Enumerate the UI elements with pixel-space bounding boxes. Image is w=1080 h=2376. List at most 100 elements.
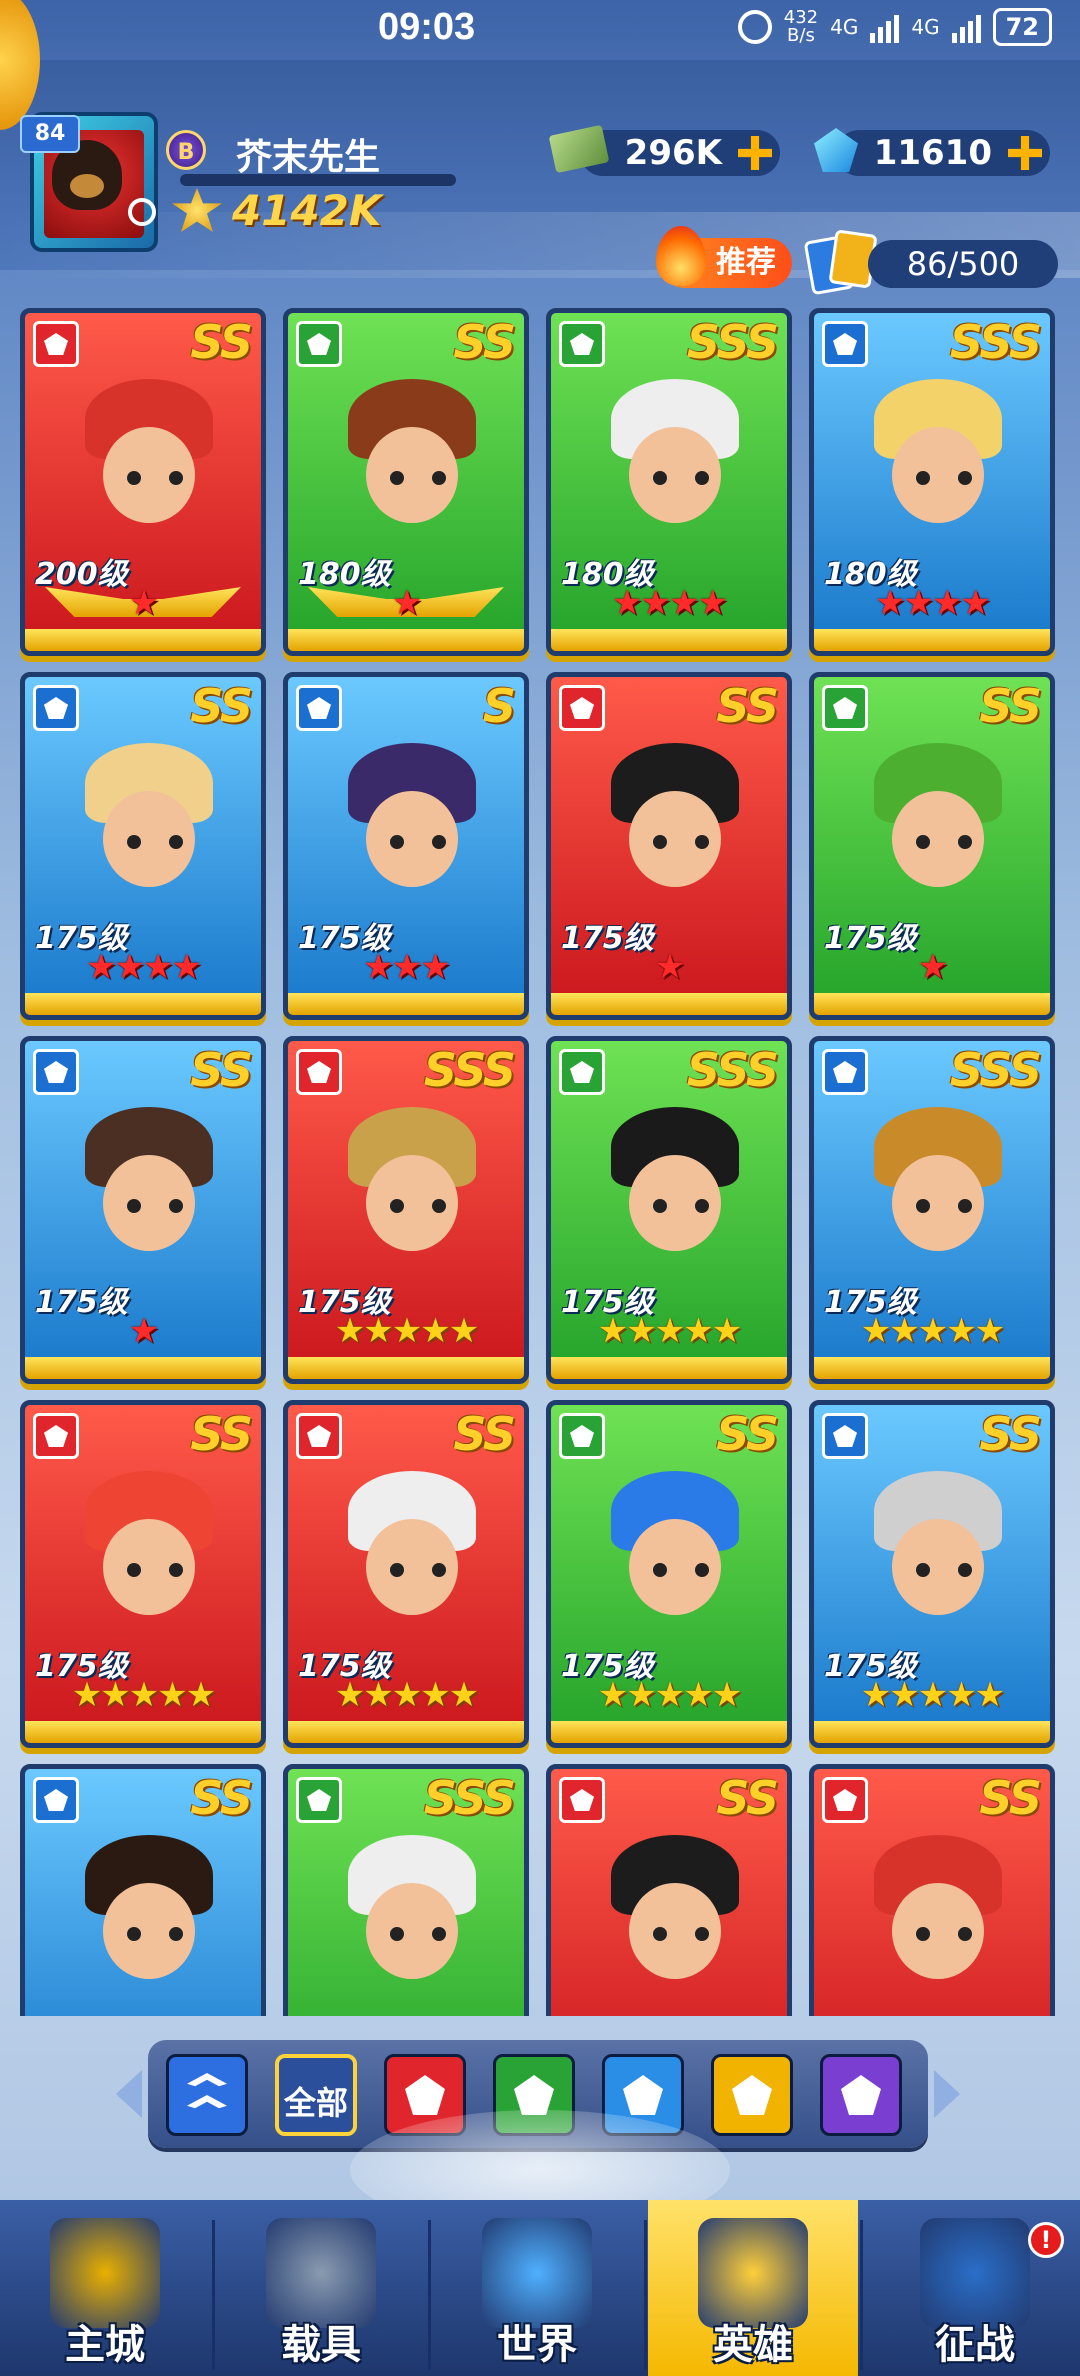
hero-eye: [127, 1927, 141, 1941]
all-filter[interactable]: 全部: [275, 2054, 357, 2136]
player-name: 芥末先生: [236, 137, 381, 178]
green-faction-icon: [559, 1049, 605, 1095]
hero-card[interactable]: SS 175级 ★: [546, 672, 792, 1020]
gem-pill[interactable]: 11610: [836, 130, 1050, 176]
hero-eye: [916, 835, 930, 849]
gem-value: 11610: [873, 133, 992, 173]
hero-card[interactable]: SS 175级 ★: [809, 672, 1055, 1020]
hero-stars: ★: [654, 947, 685, 987]
blue-faction-icon: [822, 1049, 868, 1095]
nav-divider: [644, 2220, 647, 2370]
red-faction-icon: [33, 321, 79, 367]
hero-card[interactable]: SS 175级 ★★★★: [20, 672, 266, 1020]
hero-eye: [958, 1563, 972, 1577]
hero-card[interactable]: SS: [546, 1764, 792, 2016]
hero-portrait: [65, 743, 233, 933]
hero-card[interactable]: SSS 175级 ★★★★★: [546, 1036, 792, 1384]
nav-tab[interactable]: 载具: [216, 2200, 426, 2376]
hero-count: 86/500: [868, 240, 1058, 288]
hero-grade: SS: [190, 679, 253, 733]
blue-faction-icon: [296, 685, 342, 731]
nav-tab[interactable]: 世界: [432, 2200, 642, 2376]
hero-eye: [958, 1927, 972, 1941]
network-type-1: 4G: [830, 15, 859, 39]
faction-emblem-icon: [623, 2075, 663, 2115]
hero-portrait: [854, 1471, 1022, 1661]
hero-card[interactable]: SS 175级 ★★★★★: [809, 1400, 1055, 1748]
hero-stars: ★: [128, 583, 159, 623]
hero-portrait: [328, 1471, 496, 1661]
hero-card[interactable]: SS 175级 ★★★★★: [20, 1400, 266, 1748]
search-icon[interactable]: [128, 198, 156, 226]
hero-eye: [127, 1199, 141, 1213]
signal-icon: [951, 11, 981, 43]
red-faction-icon: [296, 1049, 342, 1095]
green-faction-icon: [559, 1413, 605, 1459]
add-gems-icon[interactable]: [1008, 136, 1042, 170]
green-faction-icon: [296, 1777, 342, 1823]
hero-stars: ★★★: [363, 947, 450, 987]
hero-eye: [958, 835, 972, 849]
hero-portrait: [854, 1107, 1022, 1297]
red-faction-icon: [296, 1413, 342, 1459]
filter-scroll-left-icon[interactable]: [116, 2070, 142, 2118]
purple-faction-filter[interactable]: [820, 2054, 902, 2136]
hero-portrait: [854, 379, 1022, 569]
hero-grade: SS: [190, 1407, 253, 1461]
card-base: [288, 993, 524, 1015]
hero-card[interactable]: SS: [20, 1764, 266, 2016]
hero-eye: [916, 1563, 930, 1577]
hero-card[interactable]: SSS 180级 ★★★★: [546, 308, 792, 656]
hero-eye: [169, 1927, 183, 1941]
card-base: [814, 629, 1050, 651]
hero-card[interactable]: SSS 175级 ★★★★★: [809, 1036, 1055, 1384]
hero-eye: [127, 471, 141, 485]
hero-grade: SS: [190, 315, 253, 369]
nav-tab[interactable]: 主城: [0, 2200, 210, 2376]
hero-portrait: [854, 1835, 1022, 2016]
card-base: [288, 629, 524, 651]
card-base: [25, 629, 261, 651]
hero-card[interactable]: SS 175级 ★★★★★: [283, 1400, 529, 1748]
hero-stars: ★★★★★: [334, 1675, 479, 1715]
hero-eye: [432, 1927, 446, 1941]
nav-label: 载具: [281, 2322, 361, 2368]
gold-faction-filter[interactable]: [711, 2054, 793, 2136]
card-base: [814, 993, 1050, 1015]
name-bar: [180, 174, 456, 186]
hero-card[interactable]: SS 175级 ★: [20, 1036, 266, 1384]
hero-card[interactable]: SSS: [283, 1764, 529, 2016]
hero-eye: [390, 1927, 404, 1941]
hero-eye: [169, 1199, 183, 1213]
cash-value: 296K: [624, 133, 722, 173]
add-cash-icon[interactable]: [738, 136, 772, 170]
filter-scroll-right-icon[interactable]: [934, 2070, 960, 2118]
hero-card[interactable]: SS 200级 ★: [20, 308, 266, 656]
nav-tab[interactable]: 英雄: [648, 2200, 858, 2376]
hero-eye: [695, 1199, 709, 1213]
hero-eye: [695, 471, 709, 485]
hero-portrait: [591, 1107, 759, 1297]
hero-eye: [958, 1199, 972, 1213]
hero-eye: [390, 471, 404, 485]
hero-grade: SS: [716, 1407, 779, 1461]
hero-card[interactable]: SSS 175级 ★★★★★: [283, 1036, 529, 1384]
hero-grade: SSS: [423, 1771, 516, 1825]
hero-card[interactable]: SS 180级 ★: [283, 308, 529, 656]
hero-grade: SSS: [686, 315, 779, 369]
hero-grade: SSS: [686, 1043, 779, 1097]
cash-pill[interactable]: 296K: [580, 130, 780, 176]
hero-eye: [653, 1927, 667, 1941]
hero-card[interactable]: S 175级 ★★★: [283, 672, 529, 1020]
rank-up-filter[interactable]: [166, 2054, 248, 2136]
hero-card[interactable]: SS: [809, 1764, 1055, 2016]
hero-card[interactable]: SS 175级 ★★★★★: [546, 1400, 792, 1748]
hero-eye: [432, 1563, 446, 1577]
card-base: [288, 1357, 524, 1379]
player-level-badge: 84: [20, 115, 80, 153]
hero-portrait: [591, 1471, 759, 1661]
hero-card[interactable]: SSS 180级 ★★★★: [809, 308, 1055, 656]
red-faction-icon: [822, 1777, 868, 1823]
hero-eye: [169, 471, 183, 485]
hero-stars: ★★★★★: [860, 1311, 1005, 1351]
